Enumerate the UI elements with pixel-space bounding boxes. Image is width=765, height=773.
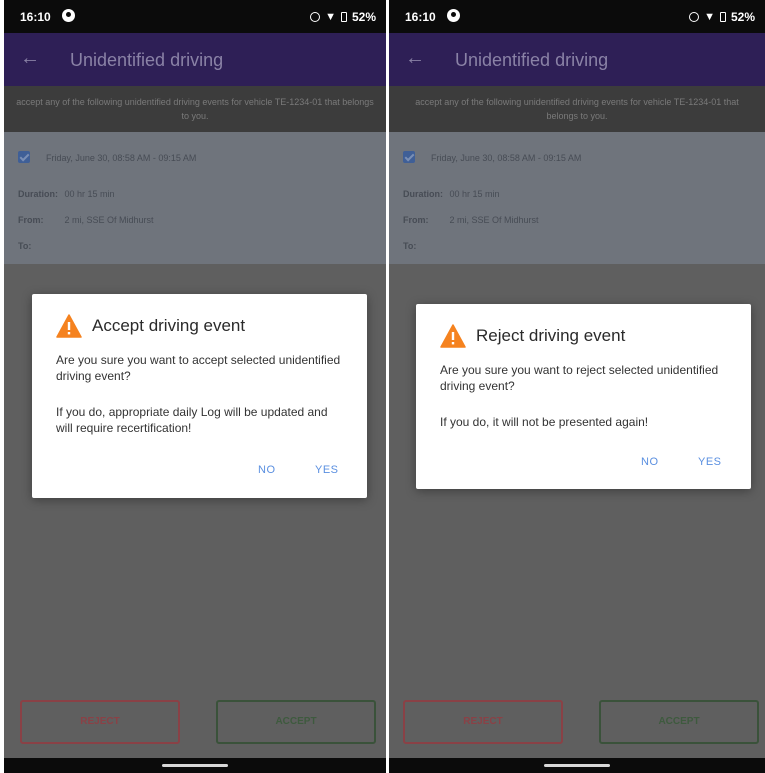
event-to-row: To: (18, 241, 62, 251)
instructions-text: accept any of the following unidentified… (389, 86, 765, 132)
event-checkbox[interactable] (403, 151, 415, 163)
dialog-yes-button[interactable]: YES (698, 456, 722, 468)
dialog-message: Are you sure you want to reject selected… (440, 363, 719, 393)
event-from-row: From: 2 mi, SSE Of Midhurst (18, 215, 154, 225)
event-duration-row: Duration: 00 hr 15 min (403, 189, 500, 199)
event-datetime: Friday, June 30, 08:58 AM - 09:15 AM (46, 153, 197, 163)
arrow-back-icon[interactable]: ← (405, 47, 425, 70)
notification-app-icon (62, 9, 75, 22)
reject-button[interactable]: REJECT (20, 700, 180, 744)
dialog-message: Are you sure you want to accept selected… (56, 353, 341, 383)
dialog-title: Reject driving event (476, 326, 626, 345)
dialog-header: Accept driving event (56, 314, 245, 338)
to-label: To: (18, 241, 32, 251)
to-label: To: (403, 241, 417, 251)
status-bar: 16:10 ▼ 52% (4, 0, 386, 33)
instructions-text: accept any of the following unidentified… (4, 86, 386, 132)
navigation-bar (4, 758, 386, 773)
home-gesture-handle[interactable] (162, 764, 228, 767)
event-duration-row: Duration: 00 hr 15 min (18, 189, 115, 199)
navigation-bar (389, 758, 765, 773)
data-saver-icon (689, 12, 700, 22)
warning-icon (440, 324, 466, 348)
battery-icon (340, 12, 347, 22)
data-saver-icon (310, 12, 321, 22)
from-label: From: (18, 215, 44, 225)
accept-button[interactable]: ACCEPT (216, 700, 376, 744)
accept-dialog: Accept driving event Are you sure you wa… (32, 294, 367, 498)
reject-dialog: Reject driving event Are you sure you wa… (416, 304, 751, 489)
page-title: Unidentified driving (455, 50, 609, 70)
wifi-icon: ▼ (325, 10, 336, 23)
screen-accept: 16:10 ▼ 52% ← Unidentified driving accep… (4, 0, 386, 773)
from-label: From: (403, 215, 429, 225)
status-time: 16:10 (20, 10, 51, 24)
reject-button[interactable]: REJECT (403, 700, 563, 744)
dialog-header: Reject driving event (440, 324, 625, 348)
app-bar: ← Unidentified driving (4, 33, 386, 86)
from-value: 2 mi, SSE Of Midhurst (449, 215, 539, 225)
battery-percent: 52% (351, 10, 376, 24)
duration-value: 00 hr 15 min (64, 189, 115, 199)
status-time: 16:10 (405, 10, 436, 24)
battery-percent: 52% (730, 10, 755, 24)
duration-label: Duration: (18, 189, 58, 199)
home-gesture-handle[interactable] (544, 764, 610, 767)
driving-event-item[interactable]: Friday, June 30, 08:58 AM - 09:15 AM Dur… (4, 132, 386, 264)
event-checkbox[interactable] (18, 151, 30, 163)
warning-icon (56, 314, 82, 338)
status-icons: ▼ 52% (310, 10, 376, 24)
driving-event-item[interactable]: Friday, June 30, 08:58 AM - 09:15 AM Dur… (389, 132, 765, 264)
dialog-no-button[interactable]: NO (258, 464, 276, 476)
dialog-title: Accept driving event (92, 316, 246, 335)
duration-label: Duration: (403, 189, 443, 199)
status-icons: ▼ 52% (689, 10, 755, 24)
dialog-no-button[interactable]: NO (641, 456, 659, 468)
app-bar: ← Unidentified driving (389, 33, 765, 86)
arrow-back-icon[interactable]: ← (20, 47, 40, 70)
accept-button[interactable]: ACCEPT (599, 700, 759, 744)
page-title: Unidentified driving (70, 50, 224, 70)
event-from-row: From: 2 mi, SSE Of Midhurst (403, 215, 539, 225)
dialog-yes-button[interactable]: YES (315, 464, 339, 476)
dialog-detail: If you do, appropriate daily Log will be… (56, 405, 328, 435)
event-datetime: Friday, June 30, 08:58 AM - 09:15 AM (431, 153, 582, 163)
event-to-row: To: (403, 241, 447, 251)
notification-app-icon (447, 9, 460, 22)
status-bar: 16:10 ▼ 52% (389, 0, 765, 33)
duration-value: 00 hr 15 min (449, 189, 500, 199)
screen-reject: 16:10 ▼ 52% ← Unidentified driving accep… (389, 0, 765, 773)
wifi-icon: ▼ (704, 10, 715, 23)
battery-icon (719, 12, 726, 22)
from-value: 2 mi, SSE Of Midhurst (64, 215, 154, 225)
dialog-detail: If you do, it will not be presented agai… (440, 415, 649, 429)
